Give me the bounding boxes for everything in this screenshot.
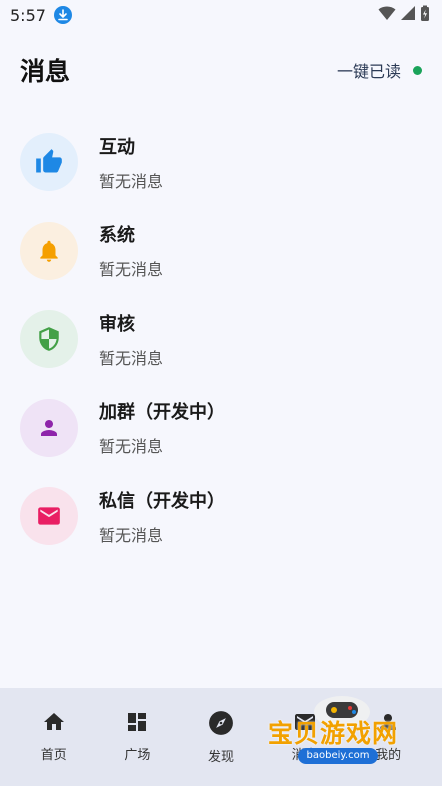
- message-subtitle: 暂无消息: [99, 525, 164, 545]
- message-subtitle: 暂无消息: [99, 437, 164, 457]
- mark-all-read-button[interactable]: 一键已读: [337, 58, 422, 82]
- online-status-dot: [413, 65, 422, 75]
- nav-item-square[interactable]: 广场: [102, 688, 172, 786]
- shield-icon: [39, 327, 59, 352]
- message-item-system[interactable]: 系统 暂无消息: [0, 207, 442, 296]
- compass-icon: [209, 711, 233, 735]
- nav-label: 广场: [124, 748, 151, 763]
- download-icon: [53, 6, 72, 24]
- thumbs-up-icon: [36, 149, 62, 173]
- watermark-text: 宝贝游戏网: [268, 719, 399, 748]
- signal-icon: [400, 5, 416, 25]
- message-item-private-message[interactable]: 私信（开发中） 暂无消息: [0, 472, 442, 561]
- system-icon-circle: [20, 221, 78, 280]
- private-message-icon-circle: [20, 487, 78, 546]
- status-time: 5:57: [10, 5, 46, 25]
- nav-label: 首页: [40, 748, 67, 763]
- nav-label: 发现: [207, 750, 234, 765]
- message-title: 互动: [99, 136, 135, 158]
- review-icon-circle: [20, 310, 78, 369]
- watermark-logo: 宝贝游戏网 baobeiy.com: [262, 690, 442, 780]
- battery-icon: [420, 5, 430, 26]
- status-bar: 5:57: [0, 0, 442, 30]
- person-icon: [41, 419, 57, 436]
- message-title: 系统: [99, 225, 135, 247]
- interaction-icon-circle: [20, 133, 78, 192]
- mail-icon: [38, 507, 60, 525]
- bell-icon: [40, 240, 58, 262]
- watermark-url: baobeiy.com: [298, 748, 378, 764]
- message-list: 互动 暂无消息 系统 暂无消息 审核 暂无消息 加群（开发中） 暂无消息 私信（…: [0, 118, 442, 561]
- message-subtitle: 暂无消息: [99, 260, 164, 280]
- wifi-icon: [378, 5, 396, 25]
- message-subtitle: 暂无消息: [99, 171, 164, 191]
- header: 消息 一键已读: [0, 48, 442, 92]
- page-title: 消息: [20, 57, 71, 86]
- message-title: 加群（开发中）: [99, 402, 225, 424]
- nav-item-discover[interactable]: 发现: [186, 688, 256, 786]
- message-item-review[interactable]: 审核 暂无消息: [0, 295, 442, 384]
- message-item-join-group[interactable]: 加群（开发中） 暂无消息: [0, 384, 442, 473]
- dashboard-icon: [128, 713, 147, 731]
- nav-item-home[interactable]: 首页: [19, 688, 89, 786]
- home-icon: [43, 713, 64, 730]
- message-item-interaction[interactable]: 互动 暂无消息: [0, 118, 442, 207]
- mark-all-read-label: 一键已读: [336, 62, 401, 81]
- message-title: 审核: [99, 313, 135, 335]
- message-subtitle: 暂无消息: [99, 348, 164, 368]
- message-title: 私信（开发中）: [99, 490, 225, 512]
- join-group-icon-circle: [20, 398, 78, 457]
